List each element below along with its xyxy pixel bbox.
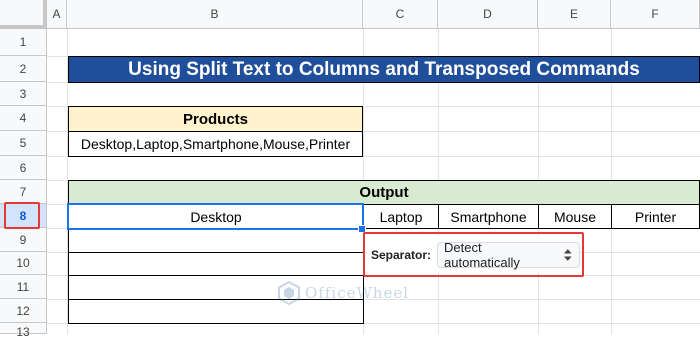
row-header-12[interactable]: 12 [0,299,47,323]
row-label: 12 [16,303,30,318]
output-value: Laptop [379,208,423,225]
row-label: 11 [16,279,30,294]
row-header-3[interactable]: 3 [0,82,47,106]
row-header-4[interactable]: 4 [0,106,47,131]
column-header-c[interactable]: C [363,0,438,29]
output-header-text: Output [359,184,409,201]
row-header-11[interactable]: 11 [0,275,47,299]
column-label: A [52,7,61,21]
products-value-text: Desktop,Laptop,Smartphone,Mouse,Printer [80,136,351,152]
select-all-corner[interactable] [0,0,47,29]
separator-value: Detect automatically [444,239,520,270]
output-cell-b10[interactable] [68,252,364,276]
row-label: 1 [19,35,27,49]
output-value: Printer [634,208,677,225]
cell-selection [67,203,364,230]
row-label: 10 [16,256,30,270]
row-label: 7 [19,184,27,199]
row-label: 2 [19,61,27,76]
row-header-10[interactable]: 10 [0,252,47,275]
page-title[interactable]: Using Split Text to Columns and Transpos… [68,56,700,83]
output-header[interactable]: Output [68,180,700,205]
separator-popup: Separator: Detect automatically [367,236,580,273]
row-header-7[interactable]: 7 [0,180,47,204]
column-header-e[interactable]: E [538,0,611,29]
watermark: OfficeWheel [278,281,409,305]
row-label: 13 [16,325,30,339]
up-down-arrows-icon [564,248,573,261]
output-value: Smartphone [450,208,527,225]
row-header-2[interactable]: 2 [0,56,47,82]
output-cell-d8[interactable]: Smartphone [438,204,539,229]
column-header-b[interactable]: B [67,0,363,29]
column-label: D [483,7,492,21]
output-value: Mouse [553,208,597,225]
separator-dropdown[interactable]: Detect automatically [437,239,580,270]
row-header-13[interactable]: 13 [0,323,47,339]
column-label: E [569,7,578,21]
output-cell-e8[interactable]: Mouse [538,204,612,229]
column-header-d[interactable]: D [438,0,538,29]
separator-label: Separator: [371,247,432,262]
column-label: F [651,7,659,21]
title-text: Using Split Text to Columns and Transpos… [128,58,640,80]
row-header-9[interactable]: 9 [0,228,47,252]
row-label: 4 [19,111,27,125]
row-header-6[interactable]: 6 [0,156,47,180]
row-label: 6 [19,160,27,175]
output-cell-c8[interactable]: Laptop [363,204,439,229]
row-8-highlight [4,202,40,229]
column-label: C [395,7,405,21]
output-cell-f8[interactable]: Printer [611,204,700,229]
products-value-cell[interactable]: Desktop,Laptop,Smartphone,Mouse,Printer [68,131,363,157]
column-header-f[interactable]: F [611,0,700,29]
products-header-text: Products [182,110,248,128]
row-header-1[interactable]: 1 [0,29,47,56]
column-label: B [210,7,219,21]
row-label: 3 [19,86,27,101]
watermark-text: OfficeWheel [305,284,410,302]
row-label: 5 [19,136,27,150]
products-header[interactable]: Products [68,106,363,132]
output-cell-b9[interactable] [68,228,364,253]
row-header-5[interactable]: 5 [0,131,47,156]
logo-icon [278,281,300,305]
row-label: 9 [19,232,27,247]
spreadsheet-grid: A B C D E F 1 2 3 4 5 6 7 8 9 10 11 12 1… [0,0,700,339]
column-header-a[interactable]: A [47,0,67,29]
